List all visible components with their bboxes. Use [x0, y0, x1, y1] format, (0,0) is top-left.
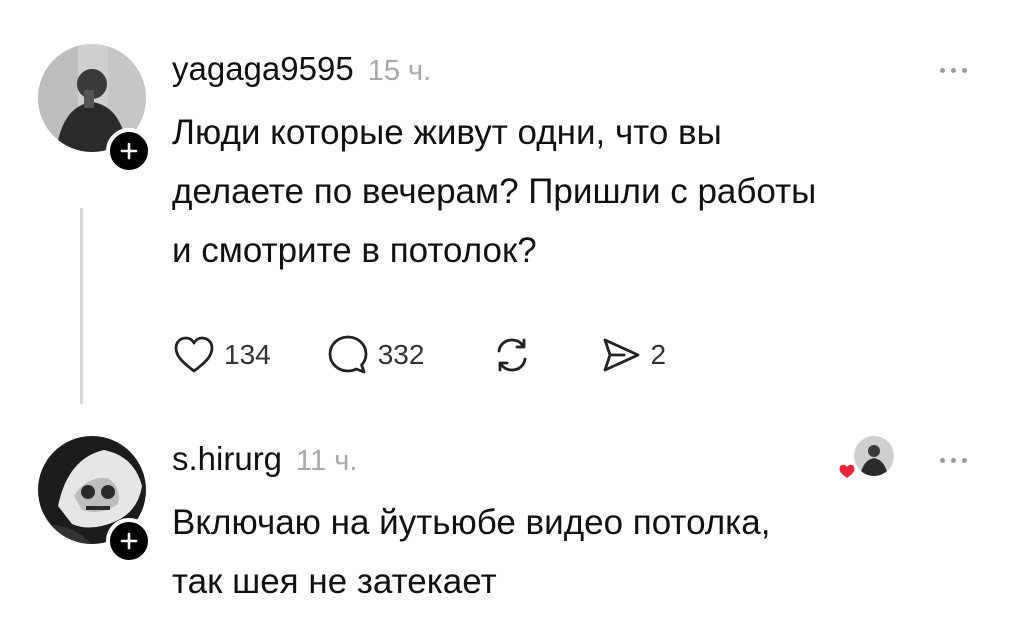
- follow-plus-button[interactable]: [106, 518, 152, 564]
- share-count: 2: [650, 339, 667, 370]
- comment-header: s.hirurg 11 ч.: [172, 440, 357, 478]
- thread-line: [80, 208, 83, 404]
- text-line: Люди которые живут одни, что вы: [172, 113, 722, 152]
- heart-icon: [174, 336, 214, 373]
- text-line: так шея не затекает: [172, 562, 497, 601]
- reply-count: 332: [377, 339, 425, 370]
- plus-icon: [120, 142, 138, 160]
- plus-icon: [120, 532, 138, 550]
- like-count: 134: [224, 339, 271, 370]
- share-button[interactable]: 2: [600, 335, 666, 375]
- username[interactable]: s.hirurg: [172, 440, 282, 478]
- timestamp: 15 ч.: [367, 55, 432, 87]
- heart-badge-icon: [836, 460, 858, 482]
- like-button[interactable]: 134: [172, 335, 271, 375]
- repost-button[interactable]: [490, 333, 534, 377]
- comment-button[interactable]: 332: [326, 333, 425, 377]
- comment-icon: [328, 335, 368, 374]
- comment-text: Люди которые живут одни, что вы делаете …: [172, 103, 816, 280]
- more-icon[interactable]: [940, 458, 967, 463]
- send-icon: [604, 338, 640, 372]
- follow-plus-button[interactable]: [106, 128, 152, 174]
- text-line: Включаю на йутьюбе видео потолка,: [172, 503, 771, 542]
- comment-header: yagaga9595 15 ч.: [172, 50, 431, 88]
- username[interactable]: yagaga9595: [172, 50, 354, 88]
- timestamp: 11 ч.: [296, 445, 358, 477]
- liked-by-author-avatar: [854, 436, 894, 476]
- more-icon[interactable]: [940, 68, 967, 73]
- text-line: делаете по вечерам? Пришли с работы: [172, 172, 817, 211]
- text-line: и смотрите в потолок?: [172, 231, 537, 270]
- comment-text: Включаю на йутьюбе видео потолка, так ше…: [172, 493, 770, 611]
- repost-icon: [498, 338, 527, 372]
- action-bar: 134 332 2: [172, 330, 666, 380]
